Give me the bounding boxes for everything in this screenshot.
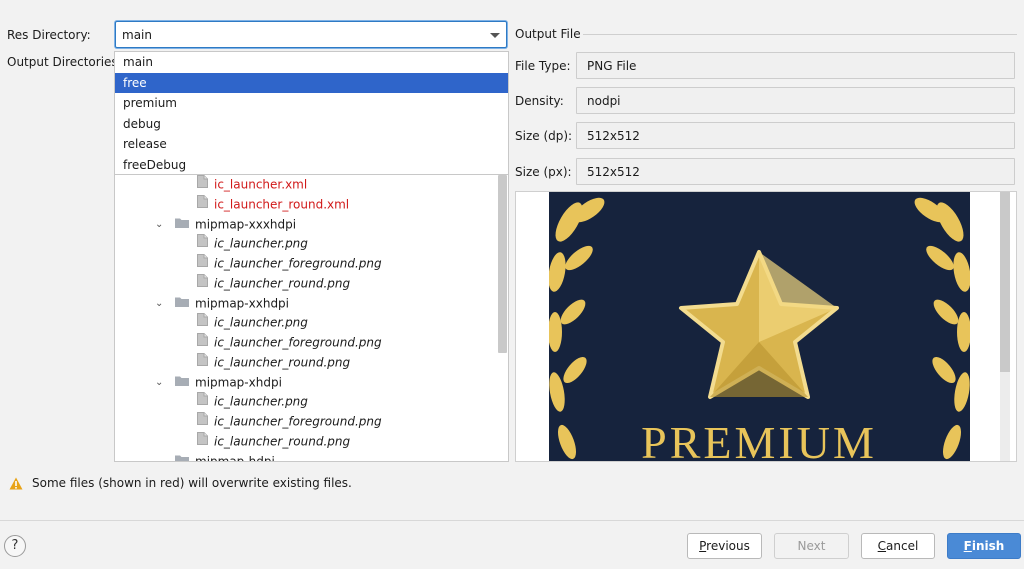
warning-text: Some files (shown in red) will overwrite…: [32, 476, 352, 490]
dropdown-option[interactable]: release: [115, 134, 508, 155]
tree-item-label: ic_launcher.xml: [214, 177, 308, 192]
file-icon: [197, 333, 208, 353]
res-directory-dropdown[interactable]: main free premium debug release freeDebug: [114, 51, 509, 175]
image-preview: PREMIUM: [515, 191, 1017, 462]
chevron-down-icon[interactable]: ⌄: [155, 373, 167, 393]
chevron-down-icon[interactable]: [490, 33, 500, 38]
folder-icon: [175, 294, 189, 314]
tree-item-label: mipmap-xxhdpi: [195, 295, 290, 310]
file-icon: [197, 254, 208, 274]
file-icon: [197, 392, 208, 412]
file-icon: [197, 194, 208, 215]
tree-folder[interactable]: ⌄ mipmap-xxxhdpi: [155, 215, 297, 235]
tree-file[interactable]: ic_launcher_round.png: [197, 352, 351, 373]
finish-mnemonic: F: [963, 539, 972, 553]
tree-item-label: ic_launcher_foreground.png: [214, 256, 382, 271]
size-px-value: 512x512: [587, 165, 640, 179]
file-icon: [197, 352, 208, 373]
tree-item-label: ic_launcher_round.xml: [214, 197, 350, 212]
tree-item-label: ic_launcher_round.png: [214, 434, 351, 449]
tree-item-label: mipmap-xxxhdpi: [195, 216, 297, 231]
size-dp-field: 512x512: [576, 122, 1015, 149]
file-icon: [197, 313, 208, 333]
dropdown-option[interactable]: debug: [115, 114, 508, 135]
premium-text: PREMIUM: [641, 417, 877, 462]
cancel-label: ancel: [886, 539, 919, 553]
footer-separator: [0, 520, 1024, 521]
tree-file[interactable]: ic_launcher_round.png: [197, 431, 351, 452]
preview-scrollbar[interactable]: [1000, 192, 1010, 372]
chevron-down-icon[interactable]: ⌄: [155, 452, 167, 462]
file-icon: [197, 175, 208, 195]
tree-item-label: mipmap-xhdpi: [195, 374, 282, 389]
premium-badge-image: PREMIUM: [549, 192, 970, 462]
tree-file[interactable]: ic_launcher.png: [197, 234, 308, 254]
size-px-field: 512x512: [576, 158, 1015, 185]
dropdown-option[interactable]: main: [115, 52, 508, 73]
folder-icon: [175, 452, 189, 461]
file-type-value: PNG File: [587, 59, 637, 73]
dropdown-option[interactable]: premium: [115, 93, 508, 114]
file-icon: [197, 234, 208, 254]
tree-item-label: ic_launcher_round.png: [214, 276, 351, 291]
tree-scrollbar[interactable]: [498, 175, 507, 353]
tree-file[interactable]: ic_launcher.png: [197, 392, 308, 412]
file-icon: [197, 431, 208, 452]
next-button[interactable]: Next: [774, 533, 849, 559]
tree-file[interactable]: ic_launcher_foreground.png: [197, 254, 382, 274]
cancel-button[interactable]: Cancel: [861, 533, 935, 559]
tree-file[interactable]: ic_launcher_round.xml: [197, 194, 350, 215]
tree-file[interactable]: ic_launcher.xml: [197, 175, 307, 195]
tree-file[interactable]: ic_launcher_round.png: [197, 273, 351, 294]
density-field: nodpi: [576, 87, 1015, 114]
tree-item-label: ic_launcher_foreground.png: [214, 414, 382, 429]
file-icon: [197, 412, 208, 432]
tree-item-label: ic_launcher_round.png: [214, 355, 351, 370]
res-directory-value: main: [122, 28, 152, 42]
tree-folder[interactable]: ⌄ mipmap-xxhdpi: [155, 294, 290, 314]
res-directory-label: Res Directory:: [7, 28, 91, 42]
help-button[interactable]: ?: [4, 535, 26, 557]
tree-item-label: ic_launcher.png: [214, 236, 308, 251]
density-label: Density:: [515, 94, 564, 108]
output-file-separator: [583, 34, 1017, 35]
file-type-field: PNG File: [576, 52, 1015, 79]
tree-file[interactable]: ic_launcher_foreground.png: [197, 412, 382, 432]
size-dp-label: Size (dp):: [515, 129, 573, 143]
previous-button[interactable]: Previous: [687, 533, 762, 559]
tree-file[interactable]: ic_launcher.png: [197, 313, 308, 333]
chevron-down-icon[interactable]: ⌄: [155, 294, 167, 314]
chevron-down-icon[interactable]: ⌄: [155, 215, 167, 235]
file-type-label: File Type:: [515, 59, 571, 73]
folder-icon: [175, 373, 189, 393]
tree-folder[interactable]: ⌄ mipmap-hdpi: [155, 452, 275, 462]
file-icon: [197, 273, 208, 294]
res-directory-combo[interactable]: main: [115, 21, 507, 48]
size-dp-value: 512x512: [587, 129, 640, 143]
finish-label: inish: [971, 539, 1005, 553]
tree-item-label: ic_launcher_foreground.png: [214, 335, 382, 350]
tree-item-label: ic_launcher.png: [214, 394, 308, 409]
dropdown-option[interactable]: freeDebug: [115, 155, 508, 176]
tree-folder[interactable]: ⌄ mipmap-xhdpi: [155, 373, 282, 393]
folder-icon: [175, 215, 189, 235]
output-file-title: Output File: [515, 27, 581, 41]
size-px-label: Size (px):: [515, 165, 572, 179]
output-directories-label: Output Directories:: [7, 55, 122, 69]
previous-label: revious: [706, 539, 750, 553]
tree-item-label: ic_launcher.png: [214, 315, 308, 330]
tree-item-label: mipmap-hdpi: [195, 453, 275, 462]
warning-icon: [9, 477, 23, 490]
dropdown-option[interactable]: free: [115, 72, 508, 93]
tree-file[interactable]: ic_launcher_foreground.png: [197, 333, 382, 353]
finish-button[interactable]: Finish: [947, 533, 1021, 559]
cancel-mnemonic: C: [877, 539, 887, 553]
density-value: nodpi: [587, 94, 621, 108]
output-directories-tree[interactable]: ic_launcher.xml ic_launcher_round.xml ⌄ mip…: [114, 175, 509, 462]
